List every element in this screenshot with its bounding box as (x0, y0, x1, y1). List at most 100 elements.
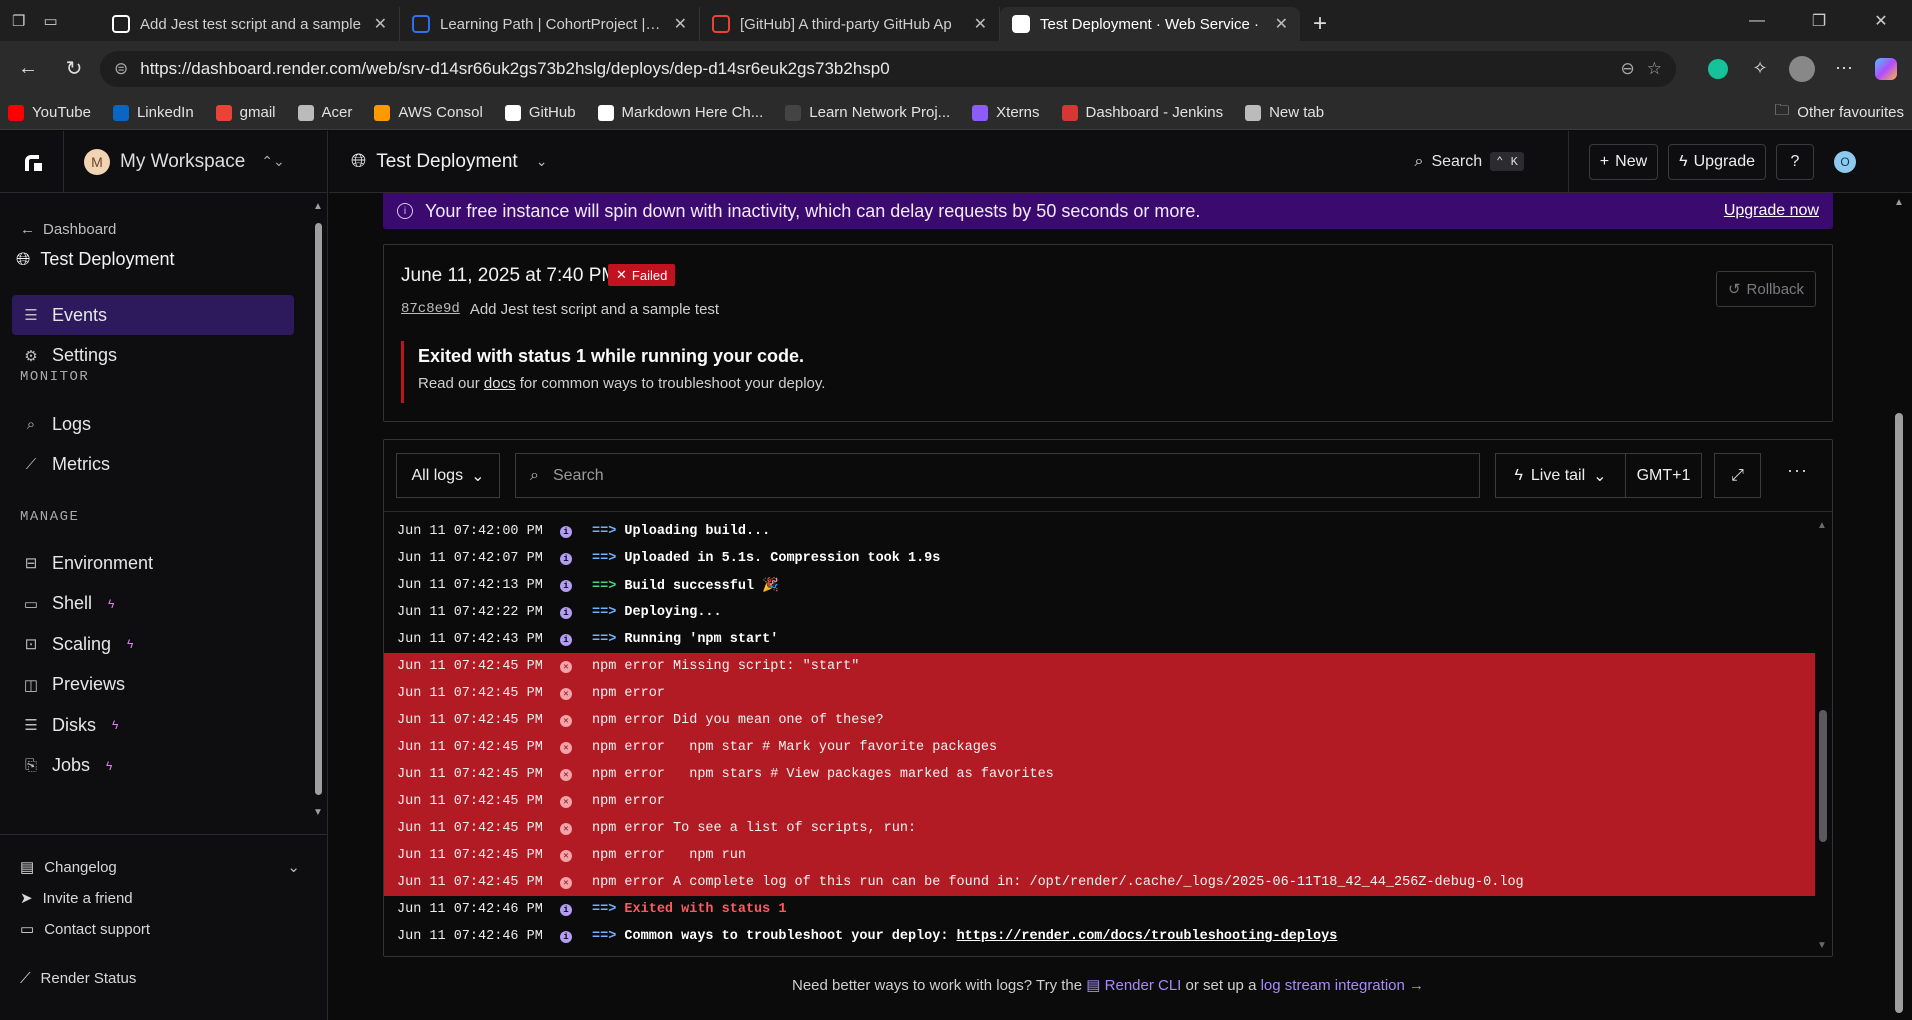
bookmark-item[interactable]: AWS Consol (374, 104, 483, 121)
close-window-icon[interactable]: ✕ (1850, 11, 1912, 31)
grammarly-icon[interactable] (1700, 51, 1736, 87)
bookmark-item[interactable]: LinkedIn (112, 104, 194, 121)
minimize-icon[interactable]: — (1726, 12, 1788, 30)
favorite-star-icon[interactable]: ☆ (1647, 59, 1662, 79)
scroll-up-icon[interactable]: ▲ (1817, 520, 1827, 531)
copilot-icon[interactable] (1868, 51, 1904, 87)
browser-tab[interactable]: Learning Path | CohortProject | Da ✕ (400, 7, 700, 41)
scroll-down-icon[interactable]: ▼ (1817, 940, 1827, 951)
timezone-button[interactable]: GMT+1 (1625, 453, 1702, 498)
browser-tab[interactable]: Add Jest test script and a sample ✕ (100, 7, 400, 41)
bookmark-label: Learn Network Proj... (809, 104, 951, 121)
main-scroll-thumb[interactable] (1895, 413, 1903, 1013)
browser-tab[interactable]: Test Deployment · Web Service · ✕ (1000, 7, 1300, 41)
sidebar-item-disks[interactable]: ☰ Disks ϟ (12, 705, 294, 745)
fullscreen-button[interactable]: ⤢ (1714, 453, 1761, 498)
sidebar-item-metrics[interactable]: ⟋ Metrics (12, 445, 294, 485)
sidebar-item-jobs[interactable]: ⎘ Jobs ϟ (12, 746, 294, 786)
search-button[interactable]: ⌕ Search ⌃ K (1414, 152, 1524, 171)
other-favourites[interactable]: 🗀 Other favourites (1774, 100, 1904, 125)
close-tab-icon[interactable]: ✕ (1275, 14, 1288, 34)
bookmark-item[interactable]: Acer (297, 104, 352, 121)
sidebar-scroll-thumb[interactable] (315, 223, 322, 795)
more-menu-icon[interactable]: ⋯ (1826, 51, 1862, 87)
bookmark-item[interactable]: Dashboard - Jenkins (1061, 104, 1223, 121)
profile-icon[interactable] (1784, 51, 1820, 87)
user-avatar[interactable]: O (1834, 150, 1856, 173)
zoom-icon[interactable]: ⊖ (1621, 59, 1635, 79)
info-icon: i (560, 930, 572, 943)
back-to-dashboard-link[interactable]: ← Dashboard (20, 221, 116, 238)
upgrade-button[interactable]: ϟ Upgrade (1668, 143, 1766, 180)
log-scroll-thumb[interactable] (1819, 710, 1827, 842)
commit-hash-link[interactable]: 87c8e9d (401, 301, 460, 318)
bookmark-item[interactable]: gmail (215, 104, 276, 121)
render-status-link[interactable]: ⟋ Render Status (20, 970, 136, 987)
log-filter-dropdown[interactable]: All logs ⌄ (396, 453, 500, 498)
service-selector[interactable]: 🌐︎ Test Deployment ⌄ (329, 151, 547, 173)
help-button[interactable]: ? (1776, 143, 1814, 180)
chevron-updown-icon: ⌃⌄ (261, 153, 285, 169)
sidebar-item-events[interactable]: ☰ Events (12, 295, 294, 335)
new-tab-button[interactable]: + (1300, 7, 1340, 41)
rollback-button[interactable]: ↺ Rollback (1716, 271, 1816, 307)
jobs-icon: ⎘ (24, 757, 37, 774)
scroll-up-icon[interactable]: ▲ (1894, 197, 1904, 208)
new-button[interactable]: + New (1588, 143, 1659, 180)
error-icon: ✕ (560, 849, 572, 862)
chevron-down-icon: ⌄ (1593, 467, 1607, 485)
extensions-icon[interactable]: ✧ (1742, 51, 1778, 87)
bolt-icon: ϟ (112, 718, 119, 732)
close-tab-icon[interactable]: ✕ (374, 14, 387, 34)
log-text: ==> Uploaded in 5.1s. Compression took 1… (592, 551, 940, 566)
sidebar-item-logs[interactable]: ⌕ Logs (12, 404, 294, 444)
workspace-switcher[interactable]: M My Workspace ⌃⌄ (64, 148, 285, 175)
bookmark-item[interactable]: Markdown Here Ch... (597, 104, 763, 121)
invite-friend-link[interactable]: ➤ Invite a friend (20, 889, 133, 908)
log-scrollbar[interactable]: ▲ ▼ (1816, 520, 1830, 952)
close-tab-icon[interactable]: ✕ (974, 14, 987, 34)
sidebar-scrollbar[interactable]: ▲ ▼ (313, 201, 323, 821)
tab-actions-icon[interactable]: ▭ (43, 12, 57, 30)
log-link[interactable]: https://render.com/docs/troubleshooting-… (957, 929, 1338, 944)
search-icon: ⌕ (530, 466, 539, 484)
help-icon: ? (1790, 152, 1800, 170)
sidebar-item-scaling[interactable]: ⊡ Scaling ϟ (12, 624, 294, 664)
upgrade-now-link[interactable]: Upgrade now (1724, 202, 1819, 220)
docs-link[interactable]: docs (484, 375, 516, 392)
github-icon (112, 15, 130, 33)
site-info-icon[interactable]: ⊜ (114, 59, 128, 79)
live-tail-button[interactable]: ϟ Live tail ⌄ (1495, 453, 1626, 498)
sidebar-item-environment[interactable]: ⊟ Environment (12, 543, 294, 583)
sidebar-item-previews[interactable]: ◫ Previews (12, 665, 294, 705)
error-icon: ✕ (560, 741, 572, 754)
more-options-icon[interactable]: ··· (1787, 460, 1808, 481)
scroll-down-icon[interactable]: ▼ (313, 807, 323, 818)
bookmark-item[interactable]: GitHub (504, 104, 576, 121)
render-cli-link[interactable]: ▤ Render CLI (1086, 977, 1181, 994)
browser-tab[interactable]: [GitHub] A third-party GitHub Ap ✕ (700, 7, 1000, 41)
close-tab-icon[interactable]: ✕ (674, 14, 687, 34)
contact-support-link[interactable]: ▭ Contact support (20, 920, 150, 939)
bookmark-item[interactable]: New tab (1245, 104, 1324, 121)
back-button[interactable]: ← (8, 51, 48, 87)
sidebar-item-shell[interactable]: ▭ Shell ϟ (12, 584, 294, 624)
log-timestamp: Jun 11 07:42:45 PM (397, 686, 543, 701)
url-field[interactable]: ⊜ https://dashboard.render.com/web/srv-d… (100, 50, 1676, 87)
render-logo-icon[interactable] (0, 130, 64, 193)
scroll-up-icon[interactable]: ▲ (313, 201, 323, 212)
main-scrollbar[interactable]: ▲ (1893, 193, 1905, 1020)
bookmark-item[interactable]: Learn Network Proj... (785, 104, 950, 121)
log-stream-link[interactable]: log stream integration → (1261, 977, 1424, 994)
url-text[interactable]: https://dashboard.render.com/web/srv-d14… (140, 59, 1608, 79)
deploy-logs-panel: All logs ⌄ ⌕ Search ϟ Live tail ⌄ GMT+1 … (383, 439, 1833, 957)
changelog-link[interactable]: ▤ Changelog ⌄ (20, 858, 300, 877)
reload-button[interactable]: ↻ (54, 51, 94, 87)
globe-icon (785, 104, 802, 121)
workspaces-icon[interactable]: ❐ (12, 12, 25, 30)
log-search-input[interactable]: ⌕ Search (515, 453, 1480, 498)
bookmark-item[interactable]: YouTube (8, 104, 91, 121)
bookmark-item[interactable]: Xterns (972, 104, 1040, 121)
gear-icon: ⚙ (24, 347, 38, 365)
restore-icon[interactable]: ❐ (1788, 11, 1850, 31)
